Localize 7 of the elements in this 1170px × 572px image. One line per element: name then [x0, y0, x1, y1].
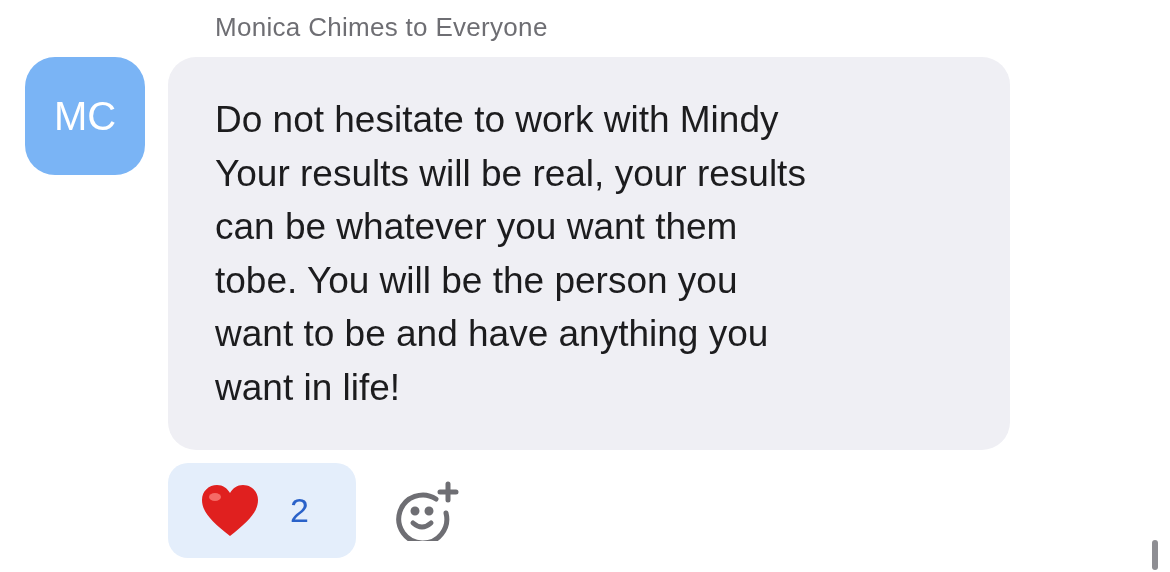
- reaction-chip[interactable]: 2: [168, 463, 356, 558]
- scrollbar: [1152, 540, 1158, 570]
- avatar: MC: [25, 57, 145, 175]
- add-reaction-icon[interactable]: [396, 480, 460, 541]
- sender-label: Monica Chimes to Everyone: [214, 11, 549, 44]
- message-bubble: Do not hesitate to work with Mindy Your results will be real, your results can be whatever you want them tobe. You will be the person you want to be and have anything you want in life!: [168, 57, 1010, 450]
- heart-icon: [200, 483, 260, 538]
